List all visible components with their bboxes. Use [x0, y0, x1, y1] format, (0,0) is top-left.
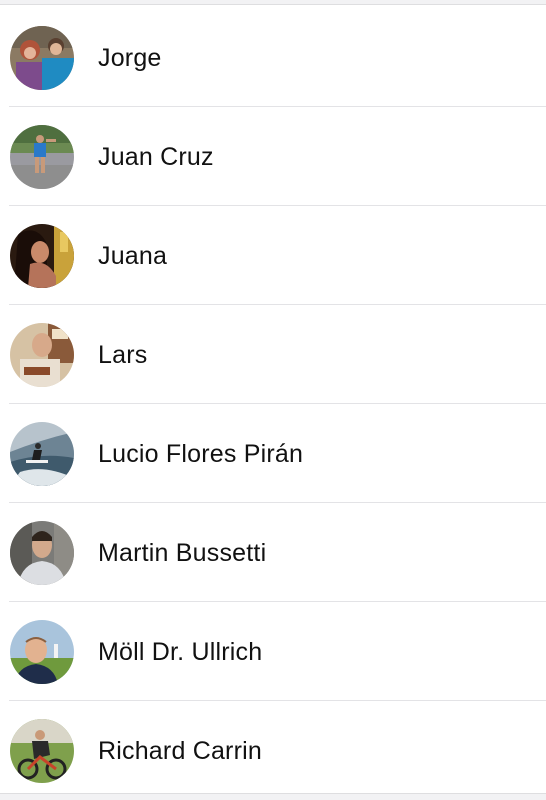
- contact-row-richard-carrin[interactable]: Richard Carrin: [0, 701, 546, 800]
- contact-row-juan-cruz[interactable]: Juan Cruz: [0, 107, 546, 206]
- contact-avatar: [10, 620, 74, 684]
- contact-list[interactable]: Jorge Juan Cruz Juana Lars Lucio Flores …: [0, 8, 546, 800]
- contact-avatar: [10, 26, 74, 90]
- contact-name: Möll Dr. Ullrich: [98, 638, 263, 666]
- contact-name: Juan Cruz: [98, 143, 214, 171]
- contact-row-moll-dr-ullrich[interactable]: Möll Dr. Ullrich: [0, 602, 546, 701]
- contact-name: Richard Carrin: [98, 737, 262, 765]
- contact-avatar: [10, 125, 74, 189]
- contact-avatar: [10, 224, 74, 288]
- contact-name: Martin Bussetti: [98, 539, 267, 567]
- contact-name: Lucio Flores Pirán: [98, 440, 304, 468]
- list-bottom-edge: [0, 793, 546, 800]
- contact-row-jorge[interactable]: Jorge: [0, 8, 546, 107]
- contact-avatar: [10, 521, 74, 585]
- contact-row-lars[interactable]: Lars: [0, 305, 546, 404]
- contact-avatar: [10, 323, 74, 387]
- contact-row-juana[interactable]: Juana: [0, 206, 546, 305]
- contact-name: Juana: [98, 242, 168, 270]
- contact-avatar: [10, 422, 74, 486]
- contact-name: Lars: [98, 341, 148, 369]
- contact-name: Jorge: [98, 44, 162, 72]
- contact-row-martin-bussetti[interactable]: Martin Bussetti: [0, 503, 546, 602]
- list-top-edge: [0, 0, 546, 5]
- contact-avatar: [10, 719, 74, 783]
- contact-row-lucio-flores-piran[interactable]: Lucio Flores Pirán: [0, 404, 546, 503]
